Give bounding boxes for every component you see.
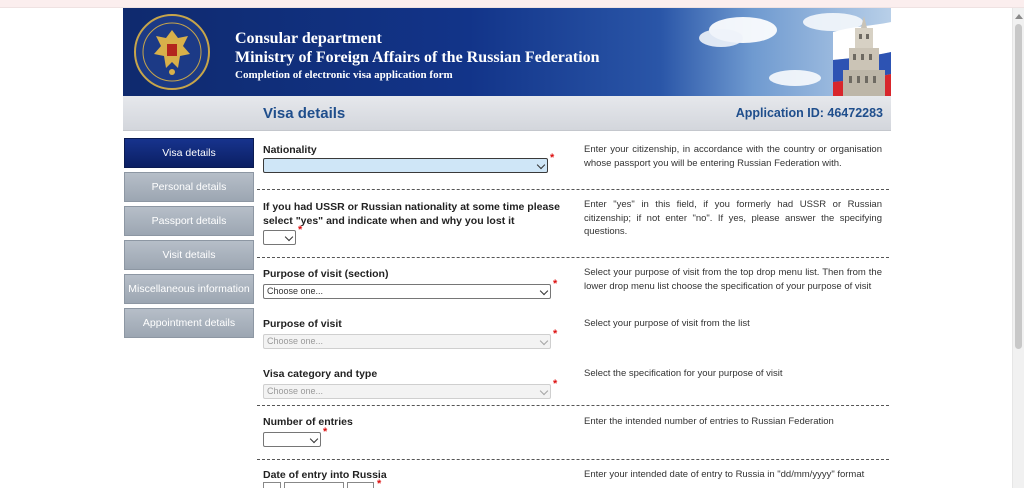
- chevron-down-icon: [284, 232, 294, 242]
- page-title: Visa details: [263, 105, 346, 122]
- consular-emblem-icon: [134, 14, 210, 90]
- sidebar-nav: Visa details Personal details Passport d…: [124, 138, 254, 342]
- form-row-ussr-nationality: If you had USSR or Russian nationality a…: [257, 190, 889, 258]
- entry-year-input[interactable]: [347, 482, 374, 488]
- entry-day-input[interactable]: [263, 482, 281, 488]
- banner-subtitle: Completion of electronic visa applicatio…: [235, 69, 453, 81]
- sidebar-item-appointment-details[interactable]: Appointment details: [124, 308, 254, 338]
- visa-category-label: Visa category and type: [263, 368, 378, 380]
- banner-ministry: Ministry of Foreign Affairs of the Russi…: [235, 49, 600, 66]
- page-scrollbar[interactable]: [1012, 8, 1024, 488]
- date-of-entry-hint: Enter your intended date of entry to Rus…: [584, 469, 865, 480]
- required-marker: *: [323, 426, 328, 438]
- form-row-visa-category: Visa category and type Choose one... * S…: [257, 358, 889, 406]
- purpose-hint: Select your purpose of visit from the li…: [584, 318, 750, 329]
- visa-category-select[interactable]: Choose one...: [263, 384, 551, 399]
- form-row-nationality: Nationality * Enter your citizenship, in…: [257, 132, 889, 190]
- form-row-purpose: Purpose of visit Choose one... * Select …: [257, 308, 889, 358]
- purpose-value: Choose one...: [267, 336, 324, 346]
- application-id: Application ID: 46472283: [735, 106, 883, 120]
- entry-month-input[interactable]: [284, 482, 344, 488]
- required-marker: *: [298, 224, 303, 236]
- nationality-select[interactable]: [263, 158, 548, 173]
- site-banner: Consular department Ministry of Foreign …: [123, 8, 891, 96]
- banner-heading: Consular department Ministry of Foreign …: [235, 30, 600, 83]
- number-of-entries-hint: Enter the intended number of entries to …: [584, 416, 834, 427]
- required-marker: *: [550, 152, 555, 164]
- required-marker: *: [377, 478, 382, 488]
- banner-flag-building-image: [699, 13, 891, 96]
- scrollbar-thumb[interactable]: [1015, 24, 1022, 349]
- chevron-down-icon: [536, 160, 546, 170]
- ussr-nationality-hint: Enter "yes" in this field, if you former…: [584, 199, 882, 237]
- nationality-label: Nationality: [263, 144, 317, 156]
- required-marker: *: [553, 278, 558, 290]
- section-header: Visa details Application ID: 46472283: [123, 96, 891, 131]
- browser-top-bar: [0, 0, 1024, 8]
- purpose-section-select[interactable]: Choose one...: [263, 284, 551, 299]
- chevron-down-icon: [539, 286, 549, 296]
- purpose-section-label: Purpose of visit (section): [263, 268, 389, 280]
- form-row-number-of-entries: Number of entries * Enter the intended n…: [257, 406, 889, 460]
- visa-category-value: Choose one...: [267, 386, 324, 396]
- visa-category-hint: Select the specification for your purpos…: [584, 368, 783, 379]
- required-marker: *: [553, 328, 558, 340]
- purpose-select[interactable]: Choose one...: [263, 334, 551, 349]
- sidebar-item-passport-details[interactable]: Passport details: [124, 206, 254, 236]
- sidebar-item-visit-details[interactable]: Visit details: [124, 240, 254, 270]
- banner-department: Consular department: [235, 30, 382, 47]
- chevron-down-icon: [309, 434, 319, 444]
- form-row-purpose-section: Purpose of visit (section) Choose one...…: [257, 258, 889, 308]
- purpose-label: Purpose of visit: [263, 318, 342, 330]
- nationality-hint: Enter your citizenship, in accordance wi…: [584, 144, 882, 169]
- sidebar-item-miscellaneous-information[interactable]: Miscellaneous information: [124, 274, 254, 304]
- number-of-entries-select[interactable]: [263, 432, 321, 447]
- sidebar-item-visa-details[interactable]: Visa details: [124, 138, 254, 168]
- purpose-section-hint: Select your purpose of visit from the to…: [584, 267, 882, 292]
- visa-details-form: Nationality * Enter your citizenship, in…: [257, 132, 889, 488]
- scroll-up-arrow-icon[interactable]: [1015, 14, 1023, 19]
- chevron-down-icon: [539, 336, 549, 346]
- form-row-date-of-entry: Date of entry into Russia * Enter your i…: [257, 460, 889, 488]
- ussr-nationality-select[interactable]: [263, 230, 296, 245]
- purpose-section-value: Choose one...: [267, 286, 324, 296]
- sidebar-item-personal-details[interactable]: Personal details: [124, 172, 254, 202]
- chevron-down-icon: [539, 386, 549, 396]
- ussr-nationality-label: If you had USSR or Russian nationality a…: [263, 201, 560, 227]
- number-of-entries-label: Number of entries: [263, 416, 353, 428]
- date-of-entry-label: Date of entry into Russia: [263, 469, 387, 481]
- required-marker: *: [553, 378, 558, 390]
